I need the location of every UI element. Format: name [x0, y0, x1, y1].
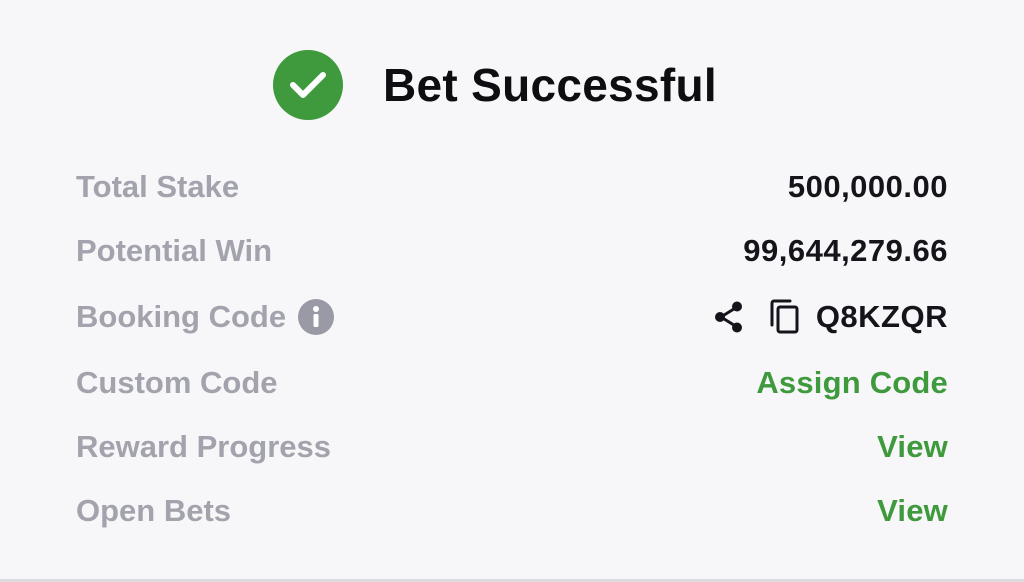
assign-code-link[interactable]: Assign Code [756, 365, 948, 401]
potential-win-label: Potential Win [76, 233, 273, 268]
total-stake-value: 500,000.00 [787, 169, 948, 204]
bet-success-panel: Bet Successful Total Stake 500,000.00 Po… [0, 0, 1024, 582]
reward-progress-label: Reward Progress [76, 429, 331, 464]
copy-icon[interactable] [768, 299, 802, 335]
reward-progress-view-link[interactable]: View [877, 429, 948, 465]
bet-details: Total Stake 500,000.00 Potential Win 99,… [76, 155, 948, 543]
potential-win-value: 99,644,279.66 [743, 233, 948, 268]
open-bets-label: Open Bets [76, 493, 232, 528]
share-icon[interactable] [712, 300, 746, 334]
custom-code-label: Custom Code [76, 365, 278, 400]
row-total-stake: Total Stake 500,000.00 [76, 155, 948, 219]
row-potential-win: Potential Win 99,644,279.66 [76, 219, 948, 283]
open-bets-view-link[interactable]: View [877, 493, 948, 529]
row-open-bets: Open Bets View [76, 479, 948, 543]
info-icon[interactable] [298, 299, 335, 335]
header: Bet Successful [0, 48, 1024, 122]
booking-code-label-group: Booking Code [76, 299, 335, 335]
row-reward-progress: Reward Progress View [76, 415, 948, 479]
booking-code-label: Booking Code [76, 299, 287, 334]
booking-code-value[interactable]: Q8KZQR [816, 299, 948, 335]
row-custom-code: Custom Code Assign Code [76, 351, 948, 415]
total-stake-label: Total Stake [76, 169, 240, 204]
row-booking-code: Booking Code Q8KZQR [76, 283, 948, 351]
page-title: Bet Successful [383, 59, 717, 111]
booking-code-value-group: Q8KZQR [712, 299, 948, 335]
check-circle-icon [273, 50, 343, 120]
